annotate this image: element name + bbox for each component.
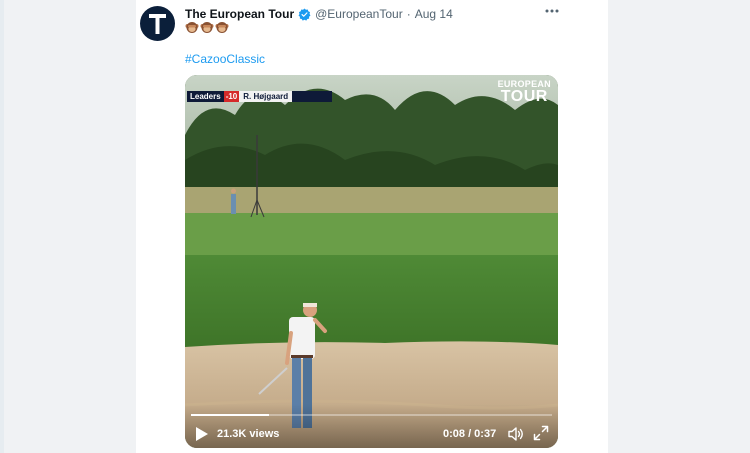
leaderboard-overlay: Leaders -10 R. Højgaard [187, 91, 332, 102]
header-separator: · [406, 7, 411, 21]
volume-icon[interactable] [507, 425, 525, 443]
avatar[interactable] [140, 6, 175, 41]
tweet-date[interactable]: Aug 14 [415, 7, 453, 21]
hashtag-link[interactable]: #CazooClassic [185, 52, 265, 66]
author-handle[interactable]: @EuropeanTour [315, 7, 403, 21]
video-frame [185, 75, 558, 448]
european-tour-logo: EUROPEAN TOUR [498, 80, 551, 105]
leader-name: R. Højgaard [239, 91, 293, 102]
fullscreen-icon[interactable] [533, 425, 549, 441]
logo-text-bottom: TOUR [500, 88, 548, 105]
emoji-row [185, 20, 229, 34]
monkey-icon [200, 20, 214, 34]
play-icon[interactable] [195, 426, 209, 442]
monkey-icon [215, 20, 229, 34]
progress-fill [191, 414, 269, 416]
tweet-card[interactable]: The European Tour @EuropeanTour · Aug 14 [136, 0, 608, 453]
video-player[interactable]: Leaders -10 R. Højgaard EUROPEAN TOUR 21… [185, 75, 558, 448]
more-options-icon[interactable] [544, 4, 560, 18]
progress-bar[interactable] [191, 414, 552, 416]
avatar-logo [149, 14, 166, 34]
video-controls: 21.3K views 0:08 / 0:37 [185, 404, 558, 448]
verified-badge-icon [298, 8, 311, 21]
monkey-icon [185, 20, 199, 34]
leaderboard-label: Leaders [190, 92, 221, 101]
left-gutter [0, 0, 4, 453]
author-name[interactable]: The European Tour [185, 7, 294, 21]
view-count: 21.3K views [217, 428, 280, 440]
leader-score: -10 [223, 91, 240, 102]
video-time: 0:08 / 0:37 [443, 428, 497, 440]
